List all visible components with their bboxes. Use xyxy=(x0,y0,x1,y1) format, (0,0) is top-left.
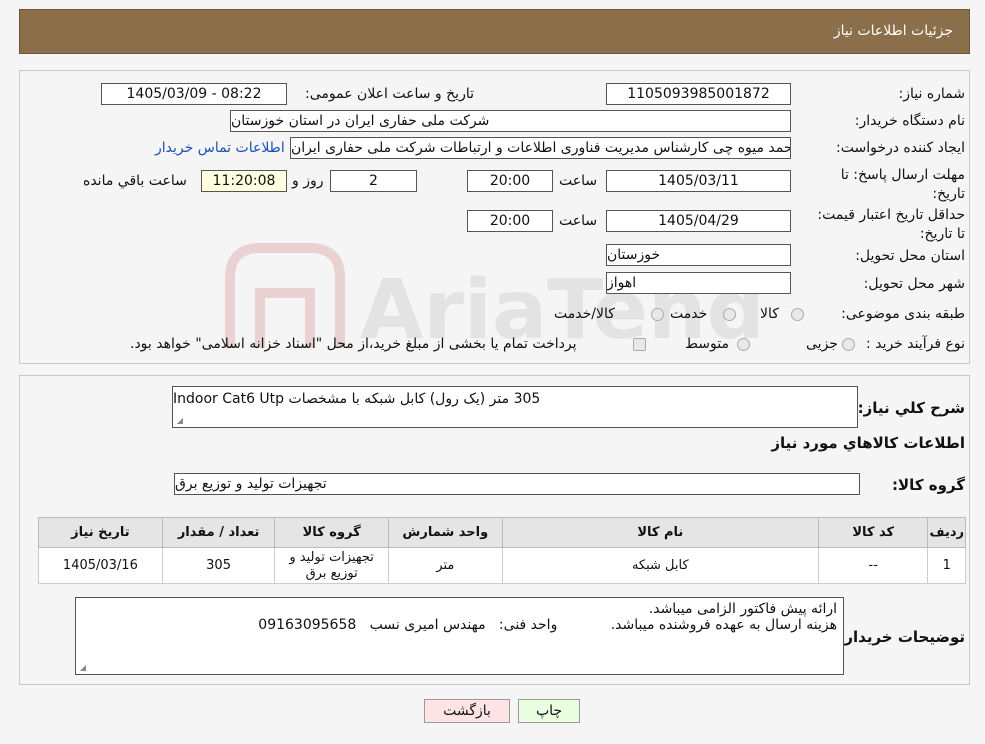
table-header-row: رديف کد کالا نام کالا واحد شمارش گروه کا… xyxy=(38,517,966,548)
need-number-label: شماره نیاز: xyxy=(898,86,966,102)
group-field: تجهیزات تولید و توزیع برق xyxy=(174,473,860,495)
goods-info-title: اطلاعات کالاهاي مورد نياز xyxy=(771,434,965,452)
creator-label: ایجاد کننده درخواست: xyxy=(836,140,965,156)
remaining-time-label: ساعت باقي مانده xyxy=(83,173,187,189)
cell-quantity: 305 xyxy=(161,547,276,584)
need-number-field: 1105093985001872 xyxy=(606,83,791,105)
col-header-quantity: تعداد / مقدار xyxy=(161,517,276,548)
col-header-group: گروه کالا xyxy=(274,517,389,548)
category-option-goods-service: کالا/خدمت xyxy=(554,306,615,322)
cell-unit: متر xyxy=(387,547,503,584)
province-label: استان محل تحویل: xyxy=(855,248,965,264)
process-option-medium: متوسط xyxy=(685,336,729,352)
process-option-minor: جزیی xyxy=(806,336,838,352)
cell-row-num: 1 xyxy=(927,547,966,584)
validity-date-field: 1405/04/29 xyxy=(606,210,791,232)
category-label: طبقه بندی موضوعی: xyxy=(841,306,965,322)
deadline-label: مهلت ارسال پاسخ: تا تاریخ: xyxy=(840,167,965,202)
city-field: اهواز xyxy=(606,272,791,294)
summary-text: 305 متر (یک رول) کابل شبکه با مشخصات Ind… xyxy=(173,391,541,407)
days-label: روز و xyxy=(292,173,324,189)
category-radio-service[interactable] xyxy=(723,308,736,321)
validity-label: حداقل تاریخ اعتبار قیمت: تا تاریخ: xyxy=(817,207,965,242)
table-row: 1 -- کابل شبکه متر تجهیزات تولید و توزیع… xyxy=(38,547,966,584)
col-header-row-num: رديف xyxy=(927,517,966,548)
print-button[interactable]: چاپ xyxy=(518,699,580,723)
group-label: گروه کالا: xyxy=(892,476,965,494)
days-remaining-field: 2 xyxy=(330,170,417,192)
buyer-field: شرکت ملی حفاری ایران در استان خوزستان xyxy=(230,110,791,132)
cell-group: تجهیزات تولید و توزیع برق xyxy=(274,547,389,584)
creator-field: محمد میوه چی کارشناس مدیریت فناوری اطلاع… xyxy=(290,137,791,159)
treasury-checkbox[interactable] xyxy=(633,338,646,351)
buyer-notes-label: توضیحات خریدار: xyxy=(838,628,965,646)
announce-field: 1405/03/09 - 08:22 xyxy=(101,83,287,105)
validity-time-label: ساعت xyxy=(559,213,598,229)
deadline-date-field: 1405/03/11 xyxy=(606,170,791,192)
buyer-label: نام دستگاه خریدار: xyxy=(854,113,965,129)
deadline-time-label: ساعت xyxy=(559,173,598,189)
category-radio-goods-service[interactable] xyxy=(651,308,664,321)
deadline-time-field: 20:00 xyxy=(467,170,553,192)
items-table: رديف کد کالا نام کالا واحد شمارش گروه کا… xyxy=(38,517,966,584)
process-label: نوع فرآیند خرید : xyxy=(866,336,965,352)
remaining-time-field: 11:20:08 xyxy=(201,170,287,192)
summary-field: 305 متر (یک رول) کابل شبکه با مشخصات Ind… xyxy=(172,386,858,428)
cell-code: -- xyxy=(817,547,929,584)
cell-date: 1405/03/16 xyxy=(38,547,163,584)
cell-name: کابل شبکه xyxy=(501,547,819,584)
process-radio-minor[interactable] xyxy=(842,338,855,351)
summary-label: شرح کلي نياز: xyxy=(857,399,965,417)
buyer-contact-link[interactable]: اطلاعات تماس خریدار xyxy=(155,140,285,156)
announce-label: تاریخ و ساعت اعلان عمومی: xyxy=(305,86,474,102)
page-header: جزئیات اطلاعات نیاز xyxy=(19,9,970,54)
process-note: پرداخت تمام یا بخشی از مبلغ خرید،از محل … xyxy=(130,336,577,352)
resize-handle-icon[interactable]: ◢ xyxy=(175,417,183,425)
city-label: شهر محل تحویل: xyxy=(863,276,965,292)
buyer-notes-line-1: ارائه پیش فاکتور الزامی میباشد. xyxy=(648,601,837,617)
category-option-service: خدمت xyxy=(670,306,708,322)
category-option-goods: کالا xyxy=(760,306,779,322)
process-radio-medium[interactable] xyxy=(737,338,750,351)
col-header-name: نام کالا xyxy=(501,517,819,548)
col-header-code: کد کالا xyxy=(817,517,929,548)
col-header-unit: واحد شمارش xyxy=(387,517,503,548)
back-button[interactable]: بازگشت xyxy=(424,699,510,723)
buyer-notes-line-2: هزینه ارسال به عهده فروشنده میباشد. واحد… xyxy=(258,617,837,633)
category-radio-goods[interactable] xyxy=(791,308,804,321)
page-title: جزئیات اطلاعات نیاز xyxy=(833,23,953,39)
col-header-date: تاریخ نیاز xyxy=(38,517,163,548)
validity-time-field: 20:00 xyxy=(467,210,553,232)
resize-handle-icon[interactable]: ◢ xyxy=(78,664,86,672)
province-field: خوزستان xyxy=(606,244,791,266)
buyer-notes-field: ارائه پیش فاکتور الزامی میباشد. هزینه ار… xyxy=(75,597,844,675)
